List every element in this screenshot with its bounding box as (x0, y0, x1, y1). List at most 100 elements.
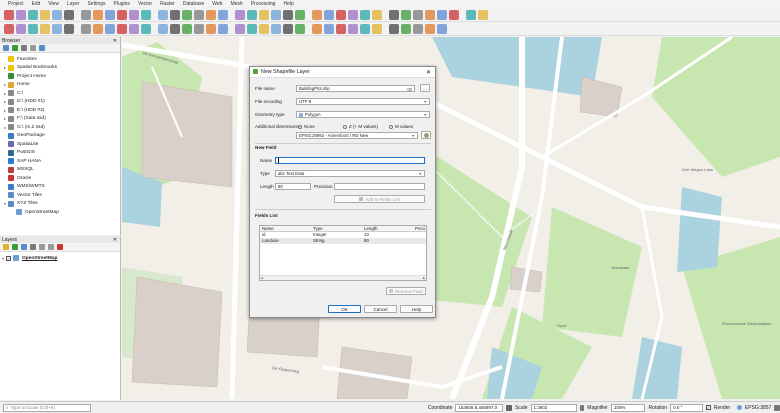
paste-icon[interactable] (105, 24, 115, 34)
field-length-input[interactable]: 80 (275, 183, 311, 190)
browser-item[interactable]: ▸ G:\ (m.2 ssd) (0, 123, 120, 132)
add-database-icon[interactable] (28, 24, 38, 34)
menu-item[interactable]: Help (283, 1, 293, 7)
save-project-icon[interactable] (182, 9, 192, 20)
file-name-field[interactable]: BuildingPlot.shp ⌫ (296, 85, 415, 92)
zoom-full-icon[interactable] (235, 9, 245, 20)
close-icon[interactable]: ✕ (426, 69, 431, 76)
browser-item[interactable]: Vector Tiles (0, 191, 120, 200)
close-icon[interactable]: ✕ (113, 237, 117, 243)
identify-icon[interactable] (105, 9, 115, 20)
help-button[interactable]: Help (400, 305, 433, 313)
open-project-icon[interactable] (16, 9, 26, 20)
edit-icon[interactable] (194, 24, 204, 34)
select-icon[interactable] (117, 9, 127, 20)
undo-icon[interactable] (425, 24, 435, 34)
copy-icon[interactable] (93, 24, 103, 34)
menu-item[interactable]: Web (212, 1, 222, 7)
menu-item[interactable]: Processing (251, 1, 276, 7)
print-layout-icon[interactable] (194, 9, 204, 20)
redo-icon[interactable] (283, 24, 293, 34)
coordinate-field[interactable]: 153508.8,465897.0 (455, 403, 504, 412)
statistics-icon[interactable] (461, 10, 464, 20)
chevron-left-icon[interactable]: ◂ (261, 276, 263, 280)
filter-icon[interactable] (21, 45, 27, 51)
browser-item[interactable]: Favorites (0, 55, 120, 64)
statistics-icon[interactable] (307, 10, 310, 20)
expand-all-icon[interactable] (39, 244, 45, 250)
zoom-out-icon[interactable] (76, 10, 79, 20)
add-raster-icon[interactable] (324, 24, 334, 34)
fields-table[interactable]: Name Type Length Preci id Integer 10 Lan… (259, 225, 427, 281)
digitize-icon[interactable] (206, 24, 216, 34)
field-type-select[interactable]: abc Text Data ▼ (275, 170, 425, 177)
vertex-tool-icon[interactable] (218, 24, 228, 34)
paste-icon[interactable] (413, 24, 423, 34)
column-header-name[interactable]: Name (260, 226, 311, 231)
identify-icon[interactable] (259, 9, 269, 20)
lock-icon[interactable] (579, 404, 585, 411)
undo-icon[interactable] (271, 24, 281, 34)
close-icon[interactable]: ✕ (113, 38, 117, 44)
add-selected-icon[interactable] (3, 45, 9, 51)
delete-icon[interactable] (230, 24, 233, 34)
measure-icon[interactable] (283, 9, 293, 20)
label-icon[interactable] (295, 24, 305, 34)
browser-item[interactable]: SAP HANA (0, 157, 120, 166)
zoom-full-icon[interactable] (81, 9, 91, 20)
menu-item[interactable]: Project (8, 1, 24, 7)
delete-icon[interactable] (384, 24, 387, 34)
redo-icon[interactable] (129, 24, 139, 34)
remove-field-button[interactable]: Remove Field (386, 287, 426, 295)
locator-search-input[interactable]: ⌕ Type to locate (Ctrl+K) (3, 403, 91, 412)
clear-icon[interactable]: ⌫ (406, 87, 412, 92)
geometry-type-select[interactable]: Polygon ▼ (296, 111, 430, 118)
measure-icon[interactable] (129, 9, 139, 20)
magnifier-spinbox[interactable]: 100% (610, 403, 646, 412)
rotation-spinbox[interactable]: 0.0 ° (670, 403, 703, 412)
edit-icon[interactable] (40, 24, 50, 34)
layer-checkbox[interactable]: ✓ (6, 255, 11, 261)
browser-item[interactable]: SpatiaLite (0, 140, 120, 149)
table-row[interactable]: Landuse String 80 (260, 238, 426, 244)
open-project-icon[interactable] (324, 9, 334, 20)
browser-item[interactable]: OpenStreetMap (0, 208, 120, 217)
cancel-button[interactable]: Cancel (364, 305, 397, 313)
browser-item[interactable]: ▸ F:\ (Sata ssd) (0, 115, 120, 124)
delete-icon[interactable] (76, 24, 79, 34)
print-layout-icon[interactable] (348, 9, 358, 20)
add-vector-icon[interactable] (312, 24, 322, 34)
browser-item[interactable]: GeoPackage (0, 132, 120, 141)
measure-icon[interactable] (437, 9, 447, 20)
cut-icon[interactable] (235, 24, 245, 34)
print-layout-icon[interactable] (40, 9, 50, 20)
menu-item[interactable]: Raster (160, 1, 175, 7)
save-project-icon[interactable] (28, 9, 38, 20)
copy-icon[interactable] (401, 24, 411, 34)
attribute-table-icon[interactable] (295, 9, 305, 20)
cut-icon[interactable] (389, 24, 399, 34)
identify-icon[interactable] (413, 9, 423, 20)
redo-icon[interactable] (437, 24, 447, 34)
menu-item[interactable]: Database (183, 1, 204, 7)
vertex-tool-icon[interactable] (372, 24, 382, 34)
dim-none-radio[interactable]: None (298, 124, 315, 129)
plugin-icon[interactable] (307, 24, 310, 34)
copy-icon[interactable] (247, 24, 257, 34)
zoom-out-icon[interactable] (384, 10, 387, 20)
browser-item[interactable]: ▸ E:\ (HDD #2) (0, 106, 120, 115)
new-project-icon[interactable] (466, 9, 476, 20)
browser-item[interactable]: PostGIS (0, 149, 120, 158)
column-header-length[interactable]: Length (362, 226, 413, 231)
label-icon[interactable] (141, 24, 151, 34)
zoom-in-icon[interactable] (218, 9, 228, 20)
browser-item[interactable]: MSSQL (0, 166, 120, 175)
filter-icon[interactable] (30, 244, 36, 250)
map-canvas[interactable]: De Kempenaerstraat Mauritskade De Kloppe… (122, 37, 780, 399)
select-icon[interactable] (271, 9, 281, 20)
menu-item[interactable]: Vector (138, 1, 152, 7)
layer-item-openstreetmap[interactable]: ▾ ✓ OpenStreetMap (0, 254, 120, 263)
column-header-type[interactable]: Type (311, 226, 362, 231)
plugin-icon[interactable] (153, 24, 156, 34)
add-raster-icon[interactable] (16, 24, 26, 34)
